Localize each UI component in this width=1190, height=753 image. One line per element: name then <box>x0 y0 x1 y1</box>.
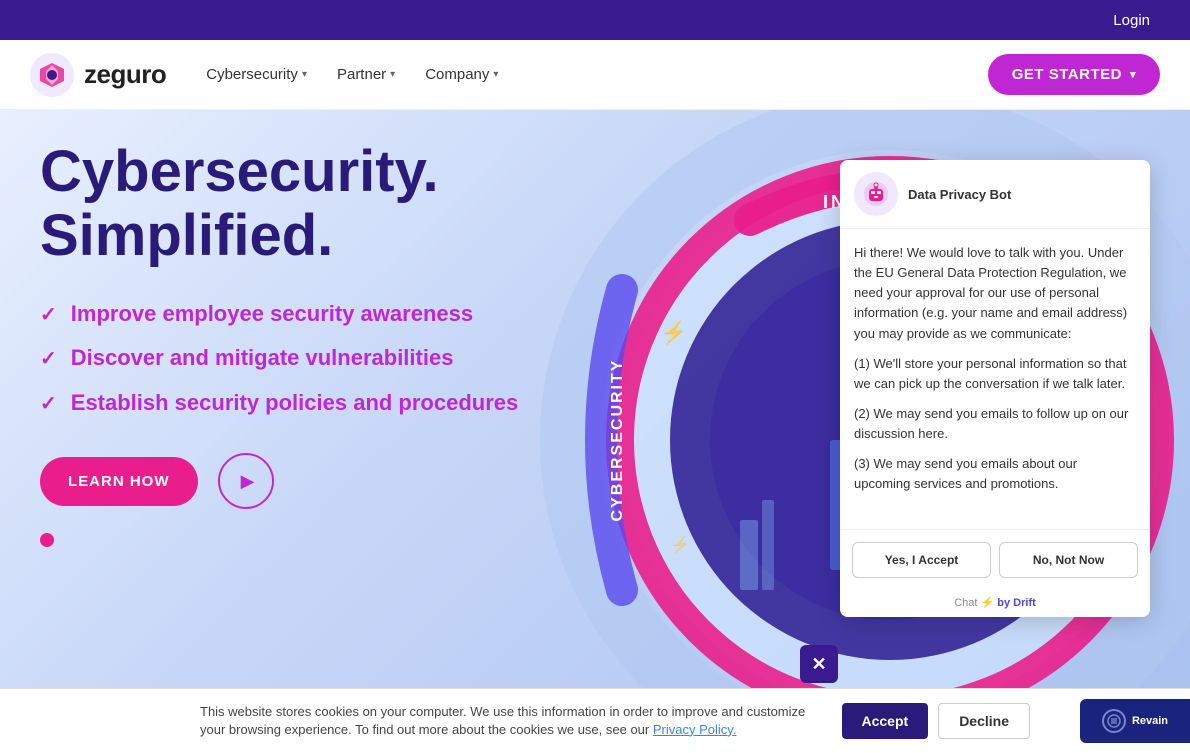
feature-text-2: Discover and mitigate vulnerabilities <box>71 344 454 373</box>
chat-footer: Yes, I Accept No, Not Now <box>840 529 1150 590</box>
feature-text-1: Improve employee security awareness <box>71 300 473 329</box>
chat-close-button[interactable]: ✕ <box>800 645 838 683</box>
check-icon: ✓ <box>40 302 57 327</box>
chat-bot-name: Data Privacy Bot <box>908 187 1011 202</box>
chevron-down-icon: ▾ <box>493 69 498 80</box>
chevron-down-icon: ▾ <box>1130 68 1136 81</box>
chat-decline-button[interactable]: No, Not Now <box>999 542 1138 578</box>
header: zeguro Cybersecurity ▾ Partner ▾ Company… <box>0 40 1190 110</box>
revain-widget[interactable]: Revain <box>1080 699 1190 743</box>
cookie-banner: This website stores cookies on your comp… <box>0 688 1190 753</box>
revain-label: Revain <box>1132 715 1168 727</box>
logo-icon <box>30 53 74 97</box>
carousel-dot[interactable] <box>40 533 54 547</box>
chat-point2: (2) We may send you emails to follow up … <box>854 404 1136 444</box>
chat-point3: (3) We may send you emails about our upc… <box>854 454 1136 494</box>
revain-icon <box>1102 709 1126 733</box>
svg-text:⚡: ⚡ <box>660 320 687 346</box>
logo-text: zeguro <box>84 59 166 90</box>
lightning-icon: ⚡ <box>981 597 995 609</box>
play-icon: ▶ <box>241 471 255 492</box>
chevron-down-icon: ▾ <box>302 69 307 80</box>
cookie-decline-button[interactable]: Decline <box>938 703 1030 739</box>
privacy-policy-link[interactable]: Privacy Policy. <box>653 722 737 737</box>
bot-avatar-icon <box>861 179 891 209</box>
cookie-accept-button[interactable]: Accept <box>842 703 929 739</box>
chat-powered-by: Chat ⚡ by Drift <box>840 590 1150 617</box>
chevron-down-icon: ▾ <box>390 69 395 80</box>
nav-item-company[interactable]: Company ▾ <box>425 66 498 83</box>
hero-title: Cybersecurity. Simplified. <box>40 140 620 268</box>
top-bar: Login <box>0 0 1190 40</box>
cookie-actions: Accept Decline <box>842 703 1031 739</box>
hero-actions: LEARN HOW ▶ <box>40 453 620 509</box>
close-icon: ✕ <box>811 654 826 675</box>
nav-item-cybersecurity[interactable]: Cybersecurity ▾ <box>206 66 307 83</box>
feature-item-1: ✓ Improve employee security awareness <box>40 300 620 329</box>
chat-widget: Data Privacy Bot Hi there! We would love… <box>840 160 1150 617</box>
hero-features-list: ✓ Improve employee security awareness ✓ … <box>40 300 620 418</box>
feature-text-3: Establish security policies and procedur… <box>71 389 519 418</box>
chat-point1: (1) We'll store your personal informatio… <box>854 354 1136 394</box>
svg-text:⚡: ⚡ <box>670 535 690 554</box>
cookie-text: This website stores cookies on your comp… <box>200 703 822 739</box>
logo[interactable]: zeguro <box>30 53 166 97</box>
feature-item-2: ✓ Discover and mitigate vulnerabilities <box>40 344 620 373</box>
chat-header: Data Privacy Bot <box>840 160 1150 229</box>
nav-item-partner[interactable]: Partner ▾ <box>337 66 395 83</box>
login-link[interactable]: Login <box>1113 12 1150 29</box>
hero-section: INSURANCE CYBERSECURITY ⚡ ⚡ ⚡ ⚡ Cybersec… <box>0 110 1190 753</box>
hero-content: Cybersecurity. Simplified. ✓ Improve emp… <box>40 140 620 552</box>
check-icon: ✓ <box>40 346 57 371</box>
chat-intro: Hi there! We would love to talk with you… <box>854 243 1136 344</box>
play-video-button[interactable]: ▶ <box>218 453 274 509</box>
drift-link[interactable]: by Drift <box>997 597 1036 609</box>
chat-body[interactable]: Hi there! We would love to talk with you… <box>840 229 1150 529</box>
check-icon: ✓ <box>40 391 57 416</box>
main-nav: Cybersecurity ▾ Partner ▾ Company ▾ <box>206 66 988 83</box>
chat-avatar <box>854 172 898 216</box>
learn-how-button[interactable]: LEARN HOW <box>40 457 198 506</box>
get-started-button[interactable]: GET STARTED ▾ <box>988 54 1160 95</box>
feature-item-3: ✓ Establish security policies and proced… <box>40 389 620 418</box>
chat-accept-button[interactable]: Yes, I Accept <box>852 542 991 578</box>
